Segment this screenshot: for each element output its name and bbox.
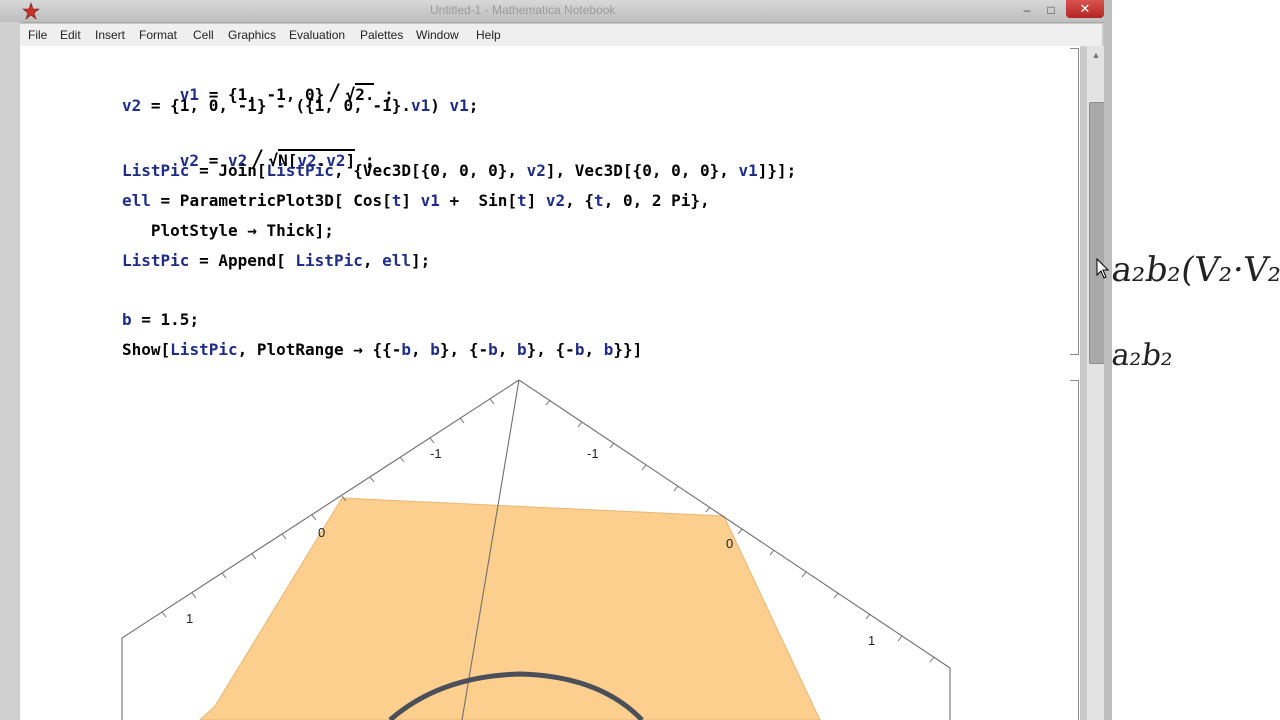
code-line-2[interactable]: v2 = {1, 0, -1} - ({1, 0, -1}.v1) v1; (122, 96, 478, 115)
mathematica-logo-icon (22, 2, 40, 20)
tick-label: 1 (186, 611, 193, 626)
maximize-button[interactable]: □ (1042, 2, 1060, 18)
3d-plot-output[interactable]: -1 -1 0 0 1 1 (20, 376, 1060, 720)
tick-label: -1 (587, 446, 599, 461)
menu-file[interactable]: File (28, 28, 47, 42)
code-line-7[interactable]: ListPic = Append[ ListPic, ell]; (122, 251, 430, 270)
scroll-up-icon[interactable]: ▲ (1087, 46, 1105, 64)
whiteboard-area: a₂b₂(V₂·V₂) a₂b₂ (1109, 0, 1280, 720)
left-frame (0, 22, 20, 720)
code-line-9[interactable]: Show[ListPic, PlotRange → {{-b, b}, {-b,… (122, 340, 642, 359)
menu-help[interactable]: Help (476, 28, 501, 42)
tick-label: 0 (726, 536, 733, 551)
tick-label: -1 (430, 446, 442, 461)
mouse-cursor-icon (1096, 258, 1110, 279)
menu-cell[interactable]: Cell (193, 28, 214, 42)
scroll-thumb[interactable] (1089, 102, 1105, 364)
menu-edit[interactable]: Edit (60, 28, 81, 42)
code-line-4[interactable]: ListPic = Join[ListPic, {Vec3D[{0, 0, 0}… (122, 161, 796, 180)
notebook-area[interactable]: v1 = {1, -1, 0} / √2. ; v2 = {1, 0, -1} - … (20, 46, 1080, 720)
menu-window[interactable]: Window (416, 28, 459, 42)
menu-evaluation[interactable]: Evaluation (289, 28, 345, 42)
output-cell-bracket[interactable] (1070, 380, 1079, 720)
code-line-3[interactable]: v2 = v2/√N[v2.v2] ; (122, 128, 375, 191)
minimize-button[interactable]: – (1018, 2, 1036, 18)
handwritten-text-1: a₂b₂(V₂·V₂) (1109, 250, 1280, 290)
tick-label: 1 (868, 633, 875, 648)
menu-palettes[interactable]: Palettes (360, 28, 403, 42)
menu-graphics[interactable]: Graphics (228, 28, 276, 42)
window-title: Untitled-1 - Mathematica Notebook (430, 3, 616, 17)
title-bar[interactable]: Untitled-1 - Mathematica Notebook – □ ✕ (0, 0, 1110, 23)
close-button[interactable]: ✕ (1066, 0, 1104, 18)
menu-format[interactable]: Format (139, 28, 177, 42)
handwritten-text-2: a₂b₂ (1109, 338, 1176, 373)
code-line-6[interactable]: PlotStyle → Thick]; (122, 221, 334, 240)
vertical-scrollbar[interactable]: ▲ (1086, 46, 1105, 720)
code-line-1[interactable]: v1 = {1, -1, 0} / √2. ; (122, 62, 394, 125)
input-cell-bracket[interactable] (1070, 48, 1079, 355)
tick-label: 0 (318, 525, 325, 540)
plane-surface (199, 497, 821, 720)
code-line-8[interactable]: b = 1.5; (122, 310, 199, 329)
menu-insert[interactable]: Insert (95, 28, 125, 42)
menu-bar: File Edit Insert Format Cell Graphics Ev… (20, 24, 1102, 47)
code-line-5[interactable]: ell = ParametricPlot3D[ Cos[t] v1 + Sin[… (122, 191, 710, 210)
mathematica-window: Untitled-1 - Mathematica Notebook – □ ✕ … (0, 0, 1110, 720)
